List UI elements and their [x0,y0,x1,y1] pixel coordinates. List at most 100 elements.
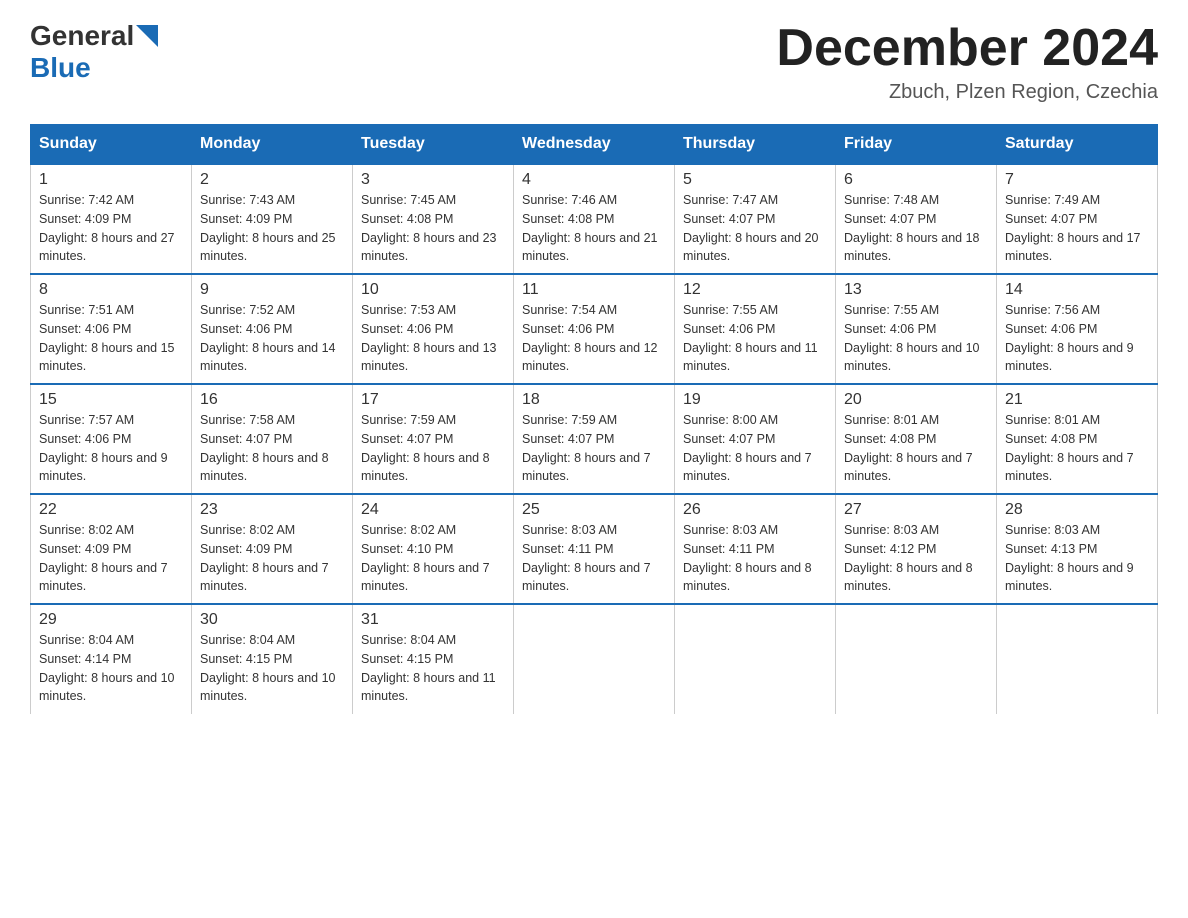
calendar-cell: 30 Sunrise: 8:04 AMSunset: 4:15 PMDayligh… [192,604,353,714]
day-number: 28 [1005,501,1149,519]
calendar-cell: 16 Sunrise: 7:58 AMSunset: 4:07 PMDayligh… [192,384,353,494]
day-number: 30 [200,611,344,629]
day-info: Sunrise: 8:02 AMSunset: 4:10 PMDaylight:… [361,521,505,596]
calendar-cell [997,604,1158,714]
calendar-cell: 11 Sunrise: 7:54 AMSunset: 4:06 PMDayligh… [514,274,675,384]
day-info: Sunrise: 8:04 AMSunset: 4:15 PMDaylight:… [200,631,344,706]
day-number: 14 [1005,281,1149,299]
day-number: 9 [200,281,344,299]
day-number: 22 [39,501,183,519]
day-number: 21 [1005,391,1149,409]
day-number: 10 [361,281,505,299]
day-number: 31 [361,611,505,629]
calendar-header-wednesday: Wednesday [514,125,675,165]
day-info: Sunrise: 8:03 AMSunset: 4:11 PMDaylight:… [683,521,827,596]
calendar-cell: 9Sunrise: 7:52 AMSunset: 4:06 PMDaylight… [192,274,353,384]
calendar-week-row: 22 Sunrise: 8:02 AMSunset: 4:09 PMDayligh… [31,494,1158,604]
day-number: 25 [522,501,666,519]
day-number: 12 [683,281,827,299]
day-number: 8 [39,281,183,299]
calendar-cell [514,604,675,714]
day-info: Sunrise: 7:51 AMSunset: 4:06 PMDaylight:… [39,301,183,376]
logo-blue-text: Blue [30,52,91,83]
day-number: 23 [200,501,344,519]
day-info: Sunrise: 7:59 AMSunset: 4:07 PMDaylight:… [361,411,505,486]
calendar-cell: 24 Sunrise: 8:02 AMSunset: 4:10 PMDayligh… [353,494,514,604]
day-info: Sunrise: 7:45 AMSunset: 4:08 PMDaylight:… [361,191,505,266]
day-info: Sunrise: 7:54 AMSunset: 4:06 PMDaylight:… [522,301,666,376]
calendar-cell: 2 Sunrise: 7:43 AMSunset: 4:09 PMDaylight… [192,164,353,274]
calendar-cell [836,604,997,714]
calendar-header-saturday: Saturday [997,125,1158,165]
day-info: Sunrise: 8:03 AMSunset: 4:13 PMDaylight:… [1005,521,1149,596]
calendar-cell: 26Sunrise: 8:03 AMSunset: 4:11 PMDayligh… [675,494,836,604]
day-number: 27 [844,501,988,519]
day-number: 19 [683,391,827,409]
day-info: Sunrise: 8:03 AMSunset: 4:11 PMDaylight:… [522,521,666,596]
calendar-cell [675,604,836,714]
calendar-cell: 13Sunrise: 7:55 AMSunset: 4:06 PMDayligh… [836,274,997,384]
location-text: Zbuch, Plzen Region, Czechia [776,81,1158,104]
day-info: Sunrise: 8:00 AMSunset: 4:07 PMDaylight:… [683,411,827,486]
calendar-header-row: SundayMondayTuesdayWednesdayThursdayFrid… [31,125,1158,165]
calendar-week-row: 29 Sunrise: 8:04 AMSunset: 4:14 PMDayligh… [31,604,1158,714]
calendar-cell: 22 Sunrise: 8:02 AMSunset: 4:09 PMDayligh… [31,494,192,604]
calendar-week-row: 8 Sunrise: 7:51 AMSunset: 4:06 PMDaylight… [31,274,1158,384]
calendar-cell: 5Sunrise: 7:47 AMSunset: 4:07 PMDaylight… [675,164,836,274]
day-info: Sunrise: 7:53 AMSunset: 4:06 PMDaylight:… [361,301,505,376]
logo: General Blue [30,20,158,84]
calendar-cell: 27Sunrise: 8:03 AMSunset: 4:12 PMDayligh… [836,494,997,604]
day-number: 2 [200,171,344,189]
day-number: 24 [361,501,505,519]
calendar-week-row: 1Sunrise: 7:42 AMSunset: 4:09 PMDaylight… [31,164,1158,274]
day-info: Sunrise: 8:02 AMSunset: 4:09 PMDaylight:… [200,521,344,596]
day-number: 16 [200,391,344,409]
day-info: Sunrise: 7:48 AMSunset: 4:07 PMDaylight:… [844,191,988,266]
day-number: 29 [39,611,183,629]
calendar-cell: 7 Sunrise: 7:49 AMSunset: 4:07 PMDaylight… [997,164,1158,274]
day-number: 17 [361,391,505,409]
calendar-cell: 31 Sunrise: 8:04 AMSunset: 4:15 PMDayligh… [353,604,514,714]
calendar-cell: 28 Sunrise: 8:03 AMSunset: 4:13 PMDayligh… [997,494,1158,604]
calendar-cell: 17 Sunrise: 7:59 AMSunset: 4:07 PMDayligh… [353,384,514,494]
calendar-cell: 3 Sunrise: 7:45 AMSunset: 4:08 PMDaylight… [353,164,514,274]
calendar-header-thursday: Thursday [675,125,836,165]
day-info: Sunrise: 7:58 AMSunset: 4:07 PMDaylight:… [200,411,344,486]
day-info: Sunrise: 7:56 AMSunset: 4:06 PMDaylight:… [1005,301,1149,376]
day-info: Sunrise: 7:59 AMSunset: 4:07 PMDaylight:… [522,411,666,486]
calendar-table: SundayMondayTuesdayWednesdayThursdayFrid… [30,124,1158,714]
calendar-cell: 21 Sunrise: 8:01 AMSunset: 4:08 PMDayligh… [997,384,1158,494]
day-number: 13 [844,281,988,299]
day-number: 20 [844,391,988,409]
calendar-cell: 1Sunrise: 7:42 AMSunset: 4:09 PMDaylight… [31,164,192,274]
calendar-header-sunday: Sunday [31,125,192,165]
calendar-cell: 8 Sunrise: 7:51 AMSunset: 4:06 PMDaylight… [31,274,192,384]
day-number: 3 [361,171,505,189]
day-info: Sunrise: 7:43 AMSunset: 4:09 PMDaylight:… [200,191,344,266]
calendar-cell: 15Sunrise: 7:57 AMSunset: 4:06 PMDayligh… [31,384,192,494]
day-number: 1 [39,171,183,189]
calendar-cell: 4Sunrise: 7:46 AMSunset: 4:08 PMDaylight… [514,164,675,274]
day-number: 11 [522,281,666,299]
day-info: Sunrise: 8:02 AMSunset: 4:09 PMDaylight:… [39,521,183,596]
calendar-week-row: 15Sunrise: 7:57 AMSunset: 4:06 PMDayligh… [31,384,1158,494]
calendar-cell: 12 Sunrise: 7:55 AMSunset: 4:06 PMDayligh… [675,274,836,384]
day-number: 7 [1005,171,1149,189]
day-number: 18 [522,391,666,409]
month-title: December 2024 [776,20,1158,77]
calendar-cell: 25 Sunrise: 8:03 AMSunset: 4:11 PMDayligh… [514,494,675,604]
calendar-cell: 18 Sunrise: 7:59 AMSunset: 4:07 PMDayligh… [514,384,675,494]
day-info: Sunrise: 8:01 AMSunset: 4:08 PMDaylight:… [1005,411,1149,486]
calendar-cell: 14 Sunrise: 7:56 AMSunset: 4:06 PMDayligh… [997,274,1158,384]
calendar-header-tuesday: Tuesday [353,125,514,165]
header-right: December 2024 Zbuch, Plzen Region, Czech… [776,20,1158,104]
day-info: Sunrise: 8:04 AMSunset: 4:15 PMDaylight:… [361,631,505,706]
day-info: Sunrise: 8:04 AMSunset: 4:14 PMDaylight:… [39,631,183,706]
day-info: Sunrise: 7:49 AMSunset: 4:07 PMDaylight:… [1005,191,1149,266]
page-header: General Blue December 2024 Zbuch, Plzen … [30,20,1158,104]
calendar-cell: 29 Sunrise: 8:04 AMSunset: 4:14 PMDayligh… [31,604,192,714]
day-info: Sunrise: 7:55 AMSunset: 4:06 PMDaylight:… [683,301,827,376]
day-number: 6 [844,171,988,189]
calendar-cell: 6 Sunrise: 7:48 AMSunset: 4:07 PMDaylight… [836,164,997,274]
day-info: Sunrise: 7:46 AMSunset: 4:08 PMDaylight:… [522,191,666,266]
